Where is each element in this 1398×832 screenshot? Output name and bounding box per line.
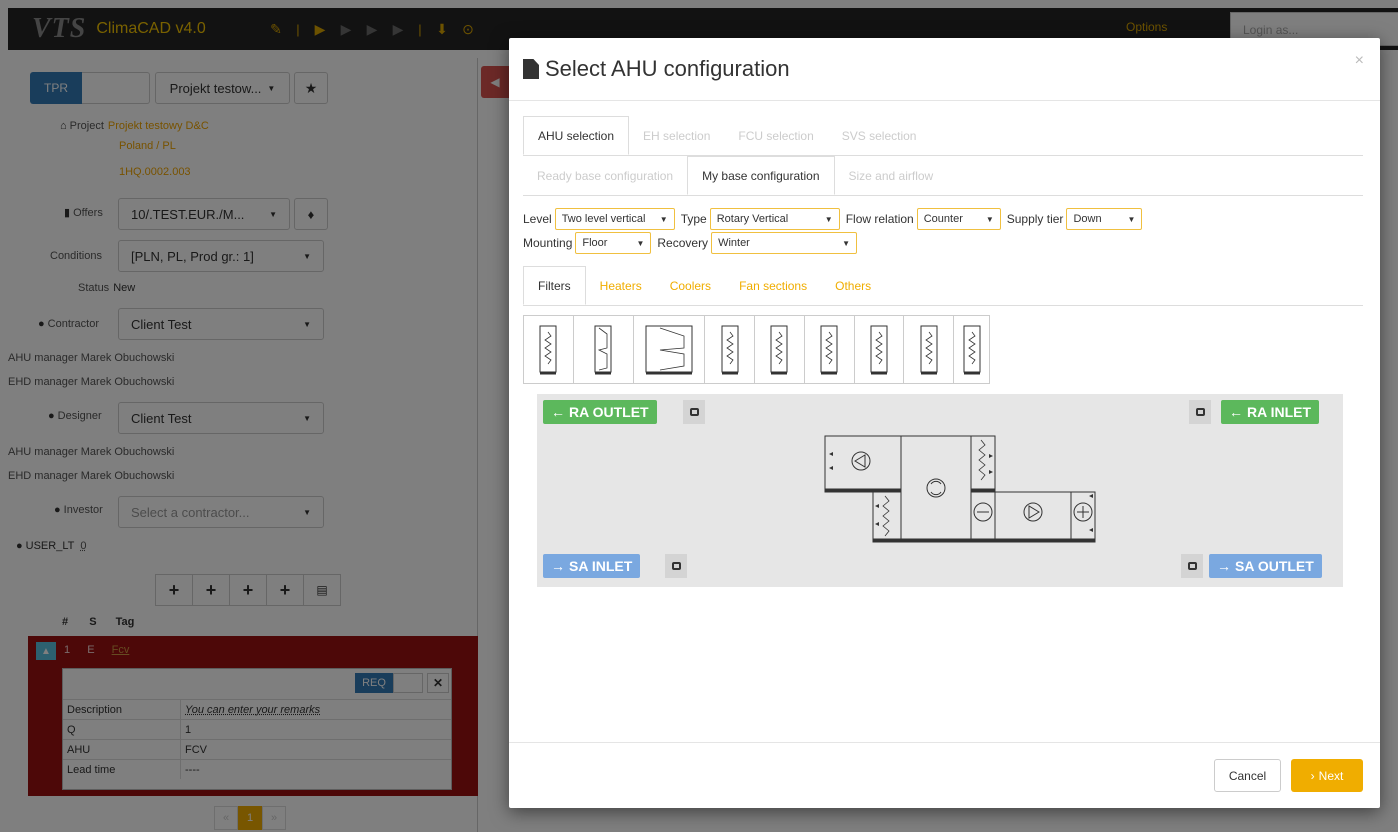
filter-thumb[interactable] bbox=[805, 316, 855, 383]
divider bbox=[509, 100, 1380, 101]
recovery-select[interactable]: Winter ▼ bbox=[711, 232, 858, 254]
bag-filter-icon bbox=[594, 325, 612, 374]
arrow-right-icon: → bbox=[1217, 558, 1231, 574]
cooler-section[interactable] bbox=[970, 491, 996, 543]
sa-outlet-button[interactable]: → SA OUTLET bbox=[1209, 554, 1322, 578]
ra-inlet-toggle[interactable] bbox=[1189, 400, 1211, 424]
caret-down-icon: ▼ bbox=[636, 238, 645, 248]
tab-fcu-selection[interactable]: FCU selection bbox=[724, 116, 827, 155]
return-filter[interactable] bbox=[970, 435, 996, 493]
filter-icon bbox=[963, 325, 981, 374]
filter-icon bbox=[920, 325, 938, 374]
tab-svs-selection[interactable]: SVS selection bbox=[828, 116, 931, 155]
flow-relation-label: Flow relation bbox=[845, 212, 914, 226]
rotary-heat-exchanger[interactable] bbox=[900, 435, 972, 543]
tab-fan-sections[interactable]: Fan sections bbox=[725, 266, 821, 305]
sa-inlet-label: SA INLET bbox=[569, 558, 633, 574]
filter-thumb[interactable] bbox=[574, 316, 634, 383]
arrow-left-icon: ← bbox=[551, 404, 565, 420]
filter-palette bbox=[523, 315, 990, 384]
supply-tier-value: Down bbox=[1073, 213, 1102, 225]
cancel-button[interactable]: Cancel bbox=[1214, 759, 1281, 792]
ahu-diagram: ← RA OUTLET ← RA INLET → SA INLET → SA O… bbox=[537, 394, 1343, 587]
mounting-label: Mounting bbox=[523, 236, 573, 250]
filter-icon bbox=[820, 325, 838, 374]
modal-title-text: Select AHU configuration bbox=[545, 56, 790, 81]
sa-outlet-label: SA OUTLET bbox=[1235, 558, 1314, 574]
ra-outlet-label: RA OUTLET bbox=[569, 404, 649, 420]
filter-thumb[interactable] bbox=[524, 316, 574, 383]
type-value: Rotary Vertical bbox=[716, 213, 789, 225]
next-label: Next bbox=[1318, 768, 1344, 783]
file-icon bbox=[523, 59, 539, 79]
filter-thumb[interactable] bbox=[705, 316, 755, 383]
config-form-row-1: Level Two level vertical ▼ Type Rotary Ve… bbox=[523, 208, 1148, 230]
recovery-label: Recovery bbox=[657, 236, 709, 250]
exhaust-fan-section[interactable] bbox=[824, 435, 902, 493]
recovery-value: Winter bbox=[718, 237, 750, 249]
supply-tier-label: Supply tier bbox=[1006, 212, 1064, 226]
type-select[interactable]: Rotary Vertical ▼ bbox=[709, 208, 840, 230]
filter-thumb[interactable] bbox=[904, 316, 955, 383]
caret-down-icon: ▼ bbox=[842, 238, 851, 248]
tab-my-base-config[interactable]: My base configuration bbox=[687, 156, 835, 195]
filter-thumb[interactable] bbox=[634, 316, 706, 383]
level-label: Level bbox=[523, 212, 552, 226]
ra-inlet-label: RA INLET bbox=[1247, 404, 1312, 420]
heater-section[interactable] bbox=[1070, 491, 1096, 543]
modal-title: Select AHU configuration bbox=[523, 56, 790, 82]
filter-thumb[interactable] bbox=[954, 316, 989, 383]
bag-filter-icon bbox=[645, 325, 693, 374]
filter-icon bbox=[721, 325, 739, 374]
caret-down-icon: ▼ bbox=[985, 214, 994, 224]
component-tabs: Filters Heaters Coolers Fan sections Oth… bbox=[523, 266, 1363, 306]
filter-thumb[interactable] bbox=[755, 316, 805, 383]
flow-relation-select[interactable]: Counter ▼ bbox=[916, 208, 1001, 230]
tab-size-airflow[interactable]: Size and airflow bbox=[835, 156, 948, 195]
tab-ready-base-config[interactable]: Ready base configuration bbox=[523, 156, 687, 195]
flow-relation-value: Counter bbox=[923, 213, 963, 225]
config-tabs: Ready base configuration My base configu… bbox=[523, 156, 1363, 196]
close-button[interactable]: × bbox=[1355, 52, 1364, 70]
tab-coolers[interactable]: Coolers bbox=[656, 266, 725, 305]
caret-down-icon: ▼ bbox=[659, 214, 668, 224]
ra-inlet-button[interactable]: ← RA INLET bbox=[1221, 400, 1320, 424]
supply-tier-select[interactable]: Down ▼ bbox=[1066, 208, 1143, 230]
level-value: Two level vertical bbox=[561, 213, 646, 225]
ra-outlet-button[interactable]: ← RA OUTLET bbox=[543, 400, 657, 424]
ahu-unit-drawing bbox=[824, 435, 1096, 543]
tab-others[interactable]: Others bbox=[821, 266, 885, 305]
ra-outlet-toggle[interactable] bbox=[683, 400, 705, 424]
divider bbox=[509, 742, 1380, 743]
filter-thumb[interactable] bbox=[855, 316, 905, 383]
level-select[interactable]: Two level vertical ▼ bbox=[554, 208, 675, 230]
filter-icon bbox=[870, 325, 888, 374]
config-form-row-2: Mounting Floor ▼ Recovery Winter ▼ bbox=[523, 232, 863, 254]
ahu-config-modal: Select AHU configuration × AHU selection… bbox=[509, 38, 1380, 808]
supply-filter[interactable] bbox=[872, 491, 902, 543]
caret-down-icon: ▼ bbox=[824, 214, 833, 224]
tab-eh-selection[interactable]: EH selection bbox=[629, 116, 724, 155]
type-label: Type bbox=[680, 212, 707, 226]
mounting-select[interactable]: Floor ▼ bbox=[575, 232, 652, 254]
selection-tabs: AHU selection EH selection FCU selection… bbox=[523, 116, 1363, 156]
filter-icon bbox=[770, 325, 788, 374]
chevron-right-icon: › bbox=[1310, 768, 1315, 783]
tab-filters[interactable]: Filters bbox=[523, 266, 586, 305]
sa-inlet-toggle[interactable] bbox=[665, 554, 687, 578]
tab-ahu-selection[interactable]: AHU selection bbox=[523, 116, 630, 155]
arrow-left-icon: ← bbox=[1229, 404, 1243, 420]
tab-heaters[interactable]: Heaters bbox=[586, 266, 656, 305]
supply-fan-section[interactable] bbox=[994, 491, 1072, 543]
arrow-right-icon: → bbox=[551, 558, 565, 574]
sa-inlet-button[interactable]: → SA INLET bbox=[543, 554, 641, 578]
next-button[interactable]: › Next bbox=[1291, 759, 1363, 792]
sa-outlet-toggle[interactable] bbox=[1181, 554, 1203, 578]
filter-icon bbox=[539, 325, 557, 374]
caret-down-icon: ▼ bbox=[1127, 214, 1136, 224]
mounting-value: Floor bbox=[582, 237, 608, 249]
